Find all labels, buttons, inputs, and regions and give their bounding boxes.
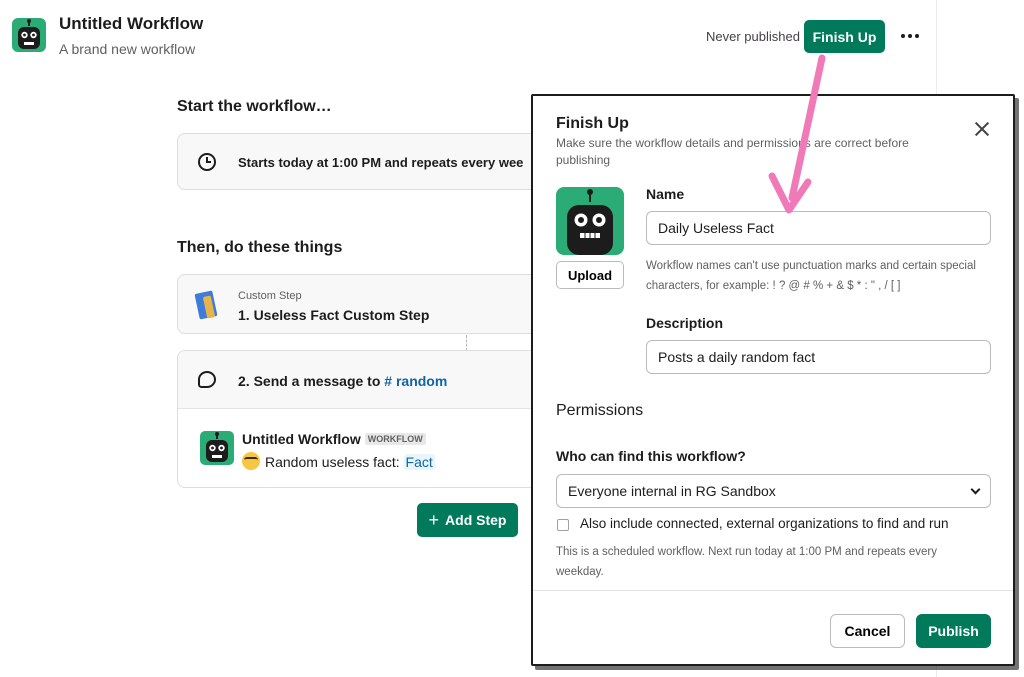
workflow-avatar-icon	[12, 18, 46, 52]
cancel-button[interactable]: Cancel	[830, 614, 905, 648]
nerd-emoji-icon	[242, 452, 260, 470]
description-label: Description	[646, 315, 724, 331]
finish-up-modal: Finish Up Make sure the workflow details…	[531, 94, 1015, 666]
steps-heading: Then, do these things	[177, 239, 343, 256]
name-label: Name	[646, 186, 685, 202]
channel-link[interactable]: # random	[384, 373, 447, 389]
step-card-message[interactable]: 2. Send a message to # random Untitled W…	[177, 350, 557, 488]
more-icon[interactable]	[896, 22, 924, 50]
finish-up-button[interactable]: Finish Up	[804, 20, 885, 53]
publish-button[interactable]: Publish	[916, 614, 991, 648]
step-kind: Custom Step	[238, 290, 302, 302]
step-card-custom[interactable]: Custom Step 1. Useless Fact Custom Step	[177, 274, 557, 334]
who-can-find-select[interactable]: Everyone internal in RG Sandbox	[556, 474, 991, 508]
name-input[interactable]: Daily Useless Fact	[646, 211, 991, 245]
message-preview: Random useless fact: Fact	[242, 452, 435, 470]
message-text: Random useless fact:	[265, 454, 400, 470]
modal-footer-divider	[533, 590, 1013, 591]
workflow-badge: WORKFLOW	[364, 433, 426, 445]
chevron-down-icon	[970, 484, 981, 494]
workflow-icon	[556, 187, 624, 255]
add-step-button[interactable]: + Add Step	[417, 503, 518, 537]
step-title: 2. Send a message to # random	[238, 373, 447, 389]
robot-avatar-icon	[200, 431, 234, 465]
workflow-header: Untitled Workflow A brand new workflow N…	[0, 0, 936, 70]
clock-icon	[198, 153, 216, 171]
close-icon[interactable]	[971, 118, 993, 140]
book-icon	[194, 290, 220, 320]
external-orgs-label[interactable]: Also include connected, external organiz…	[580, 516, 949, 531]
trigger-text: Starts today at 1:00 PM and repeats ever…	[238, 155, 524, 170]
workflow-subtitle[interactable]: A brand new workflow	[59, 41, 195, 57]
step-title-prefix: 2. Send a message to	[238, 373, 381, 389]
modal-title: Finish Up	[556, 115, 629, 132]
who-can-find-label: Who can find this workflow?	[556, 448, 746, 464]
step-connector	[466, 335, 467, 351]
add-step-label: Add Step	[445, 512, 507, 528]
variable-token: Fact	[403, 454, 435, 470]
start-heading: Start the workflow…	[177, 98, 332, 115]
plus-icon: +	[428, 510, 440, 530]
message-icon	[198, 371, 216, 388]
who-can-find-value: Everyone internal in RG Sandbox	[568, 483, 776, 499]
permissions-heading: Permissions	[556, 402, 644, 419]
author-name: Untitled Workflow	[242, 431, 361, 447]
schedule-note: This is a scheduled workflow. Next run t…	[556, 546, 937, 578]
trigger-card[interactable]: Starts today at 1:00 PM and repeats ever…	[177, 133, 557, 190]
name-hint: Workflow names can't use punctuation mar…	[646, 260, 976, 292]
step-header: 2. Send a message to # random	[178, 351, 556, 409]
publish-status: Never published	[706, 29, 800, 44]
external-orgs-checkbox[interactable]	[557, 519, 569, 531]
description-input[interactable]: Posts a daily random fact	[646, 340, 991, 374]
step-title: 1. Useless Fact Custom Step	[238, 307, 430, 323]
upload-button[interactable]: Upload	[556, 261, 624, 289]
message-author: Untitled Workflow WORKFLOW	[242, 431, 426, 447]
workflow-title[interactable]: Untitled Workflow	[59, 14, 203, 34]
modal-subtitle: Make sure the workflow details and permi…	[556, 136, 909, 167]
